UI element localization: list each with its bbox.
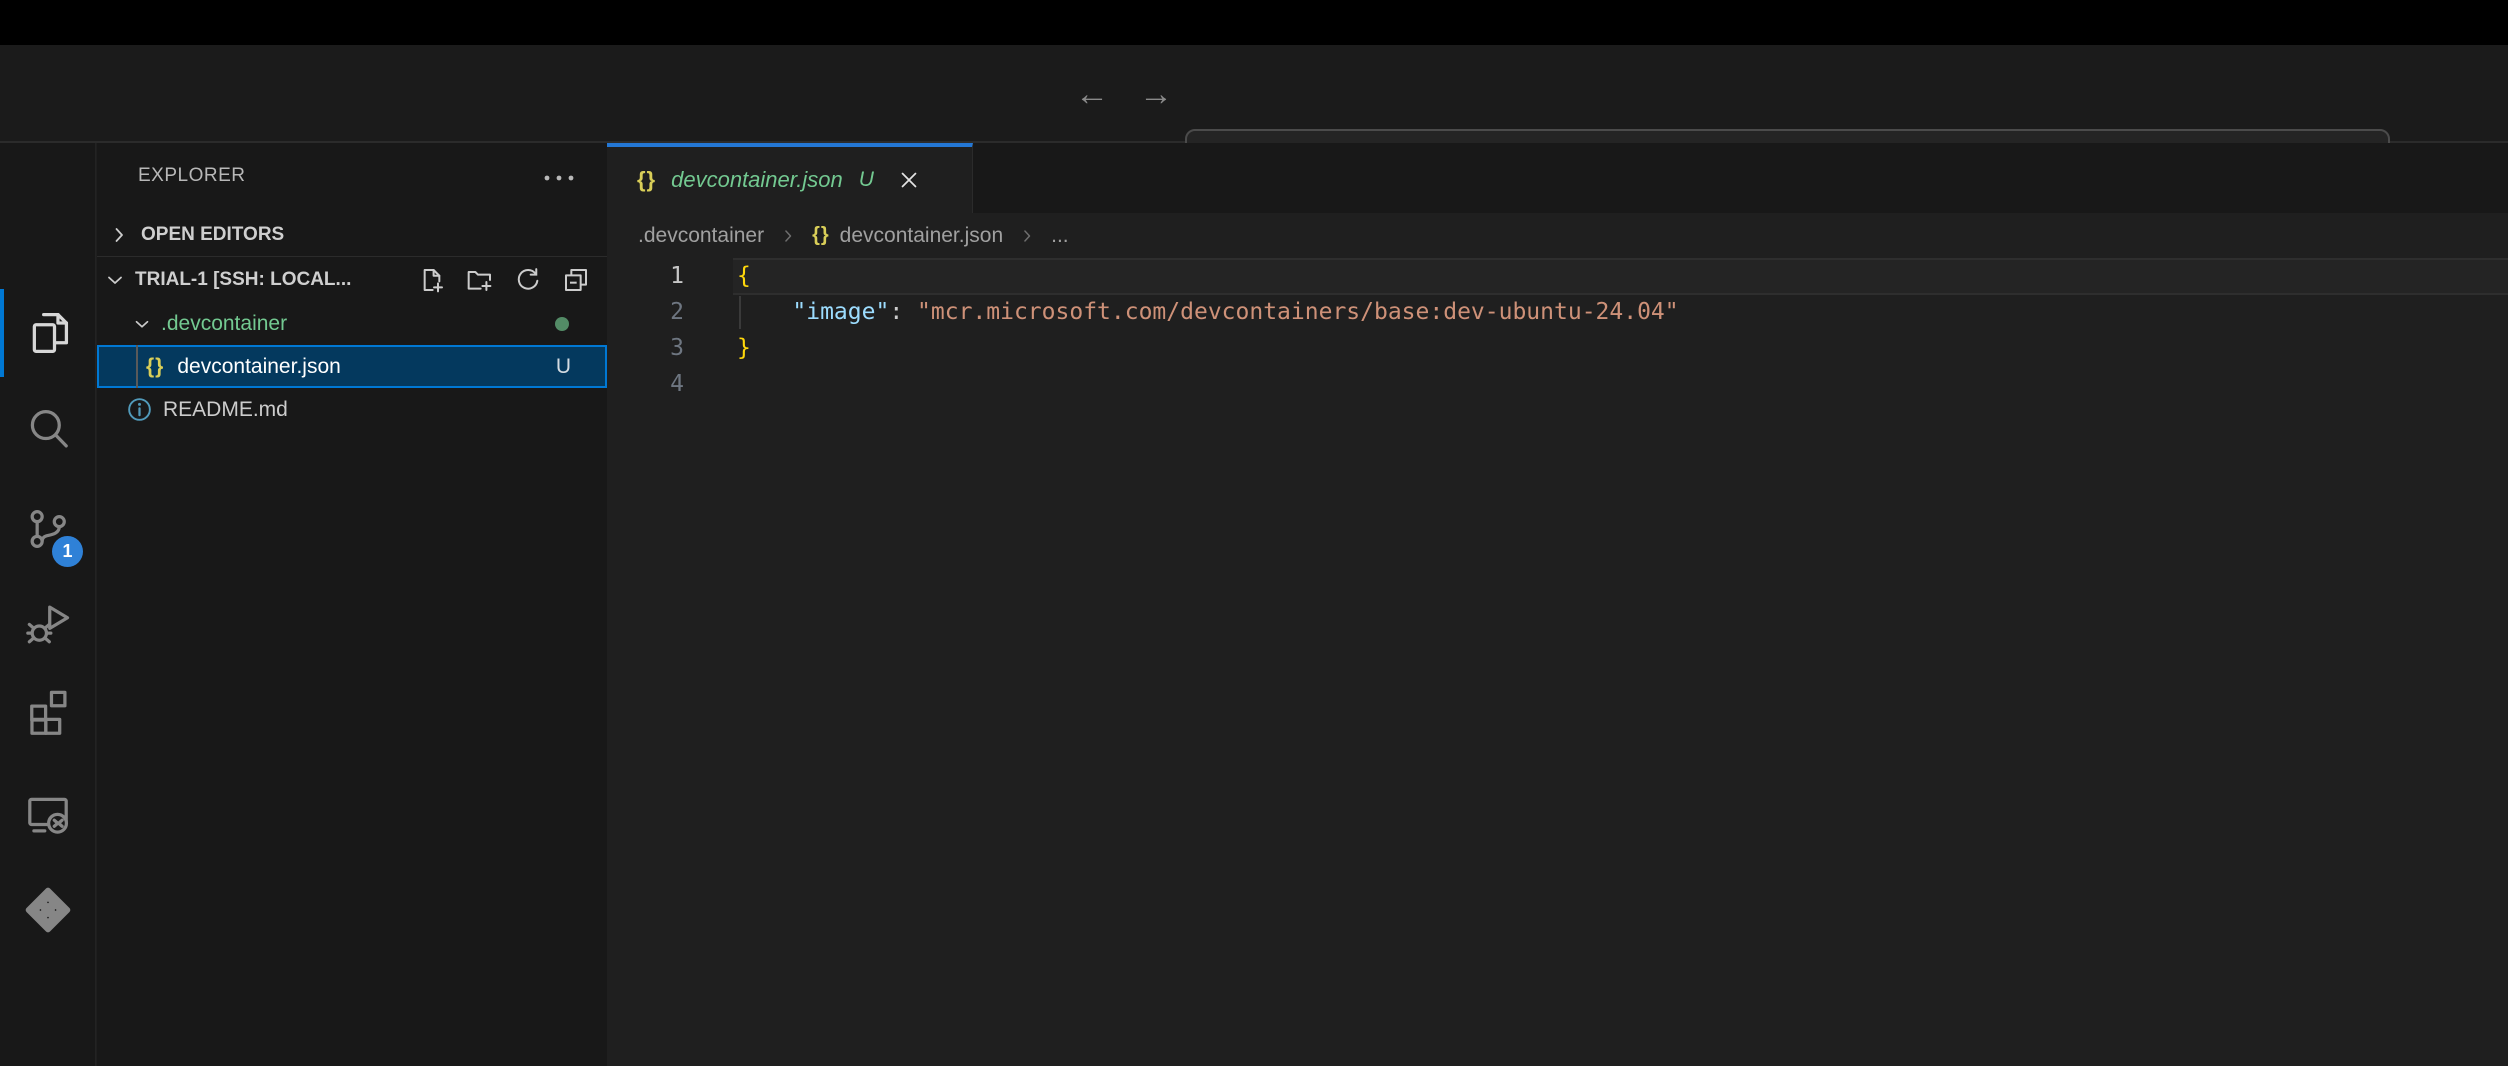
refresh-button[interactable]: [511, 263, 545, 297]
line-number: 1: [607, 258, 684, 294]
open-editors-label: OPEN EDITORS: [141, 224, 284, 246]
git-untracked-badge: U: [556, 355, 571, 379]
workspace-actions: [415, 258, 593, 302]
breadcrumb-symbol-more[interactable]: ...: [1051, 224, 1069, 248]
sidebar-title-row: EXPLORER: [97, 143, 607, 213]
close-icon: [896, 167, 922, 193]
source-control-activity-button[interactable]: 1: [0, 485, 96, 573]
tab-bar: {} devcontainer.json U: [607, 143, 2508, 213]
collapse-all-icon: [560, 264, 592, 296]
code-token: [737, 299, 792, 325]
breadcrumb-file[interactable]: devcontainer.json: [840, 224, 1003, 248]
folder-name: .devcontainer: [161, 312, 287, 336]
containers-activity-button[interactable]: [0, 866, 96, 954]
open-editors-section-header[interactable]: OPEN EDITORS: [97, 213, 607, 257]
sidebar-title: EXPLORER: [138, 165, 245, 187]
chevron-right-icon: [107, 223, 131, 247]
line-number: 4: [607, 366, 684, 402]
code-line-1: 1 {: [607, 258, 2508, 294]
json-file-icon: {}: [637, 167, 656, 193]
tree-indent-guide: [136, 345, 138, 388]
workspace-section-header[interactable]: TRIAL-1 [SSH: LOCAL...: [97, 258, 607, 302]
navigate-forward-button[interactable]: →: [1132, 45, 1180, 143]
remote-explorer-activity-button[interactable]: [0, 771, 96, 859]
code-token: "image": [792, 299, 889, 325]
chevron-right-icon: [1017, 226, 1037, 246]
breadcrumb-folder[interactable]: .devcontainer: [638, 224, 764, 248]
search-icon: [22, 403, 74, 455]
code-line-3: 3 }: [607, 330, 2508, 366]
vscode-window: ← → Trial-1 [SSH: localhost:32772]: [0, 0, 2508, 1066]
json-file-icon: {}: [812, 224, 830, 247]
refresh-icon: [512, 264, 544, 296]
extensions-icon: [22, 683, 74, 735]
new-folder-icon: [464, 264, 496, 296]
files-icon: [22, 307, 74, 359]
readme-info-icon: [126, 396, 153, 423]
activity-bar: 1: [0, 143, 96, 1066]
chevron-down-icon: [103, 268, 127, 292]
new-file-icon: [416, 264, 448, 296]
containers-diamond-icon: [22, 884, 74, 936]
run-debug-activity-button[interactable]: [0, 580, 96, 668]
tab-devcontainer-json[interactable]: {} devcontainer.json U: [607, 143, 973, 213]
git-modified-dot-badge: [555, 317, 569, 331]
breadcrumb: .devcontainer {} devcontainer.json ...: [607, 213, 2508, 258]
navigate-back-button[interactable]: ←: [1068, 45, 1116, 143]
more-actions-button[interactable]: [539, 161, 579, 195]
tab-git-badge: U: [859, 168, 874, 192]
menu-bar-area: [0, 0, 2508, 45]
file-name: README.md: [163, 398, 288, 422]
chevron-right-icon: [778, 226, 798, 246]
remote-explorer-icon: [22, 789, 74, 841]
forward-arrow-icon: →: [1139, 75, 1173, 114]
explorer-activity-button[interactable]: [0, 289, 96, 377]
code-line-2: 2 "image": "mcr.microsoft.com/devcontain…: [607, 294, 2508, 330]
code-token: "mcr.microsoft.com/devcontainers/base:de…: [917, 299, 1679, 325]
ellipsis-icon: [542, 173, 576, 183]
line-number: 3: [607, 330, 684, 366]
json-file-icon: {}: [146, 355, 164, 379]
debug-icon: [22, 598, 74, 650]
line-number: 2: [607, 294, 684, 330]
code-token: :: [889, 299, 917, 325]
file-name: devcontainer.json: [177, 355, 340, 379]
source-control-badge: 1: [52, 536, 83, 567]
back-arrow-icon: ←: [1075, 75, 1109, 114]
extensions-activity-button[interactable]: [0, 665, 96, 753]
code-line-4: 4: [607, 366, 2508, 402]
workspace-label: TRIAL-1 [SSH: LOCAL...: [135, 269, 351, 291]
editor-group: {} devcontainer.json U .devcontainer {} …: [607, 143, 2508, 1066]
code-token: }: [737, 335, 751, 361]
file-tree: .devcontainer {} devcontainer.json U REA…: [97, 302, 607, 431]
chevron-down-icon: [131, 313, 153, 335]
new-file-button[interactable]: [415, 263, 449, 297]
tree-row-readme[interactable]: README.md: [97, 388, 607, 431]
collapse-all-button[interactable]: [559, 263, 593, 297]
code-token: {: [737, 263, 751, 289]
tree-row-devcontainer-json[interactable]: {} devcontainer.json U: [97, 345, 607, 388]
title-bar: ← → Trial-1 [SSH: localhost:32772]: [0, 45, 2508, 143]
code-editor[interactable]: 1 { 2 "image": "mcr.microsoft.com/devcon…: [607, 258, 2508, 1066]
explorer-sidebar: EXPLORER OPEN EDITORS TRIAL-1 [SSH: LOCA…: [97, 143, 607, 1066]
close-tab-button[interactable]: [896, 167, 922, 193]
search-activity-button[interactable]: [0, 385, 96, 473]
tab-label: devcontainer.json: [671, 167, 843, 193]
new-folder-button[interactable]: [463, 263, 497, 297]
tree-row-devcontainer-folder[interactable]: .devcontainer: [97, 302, 607, 345]
